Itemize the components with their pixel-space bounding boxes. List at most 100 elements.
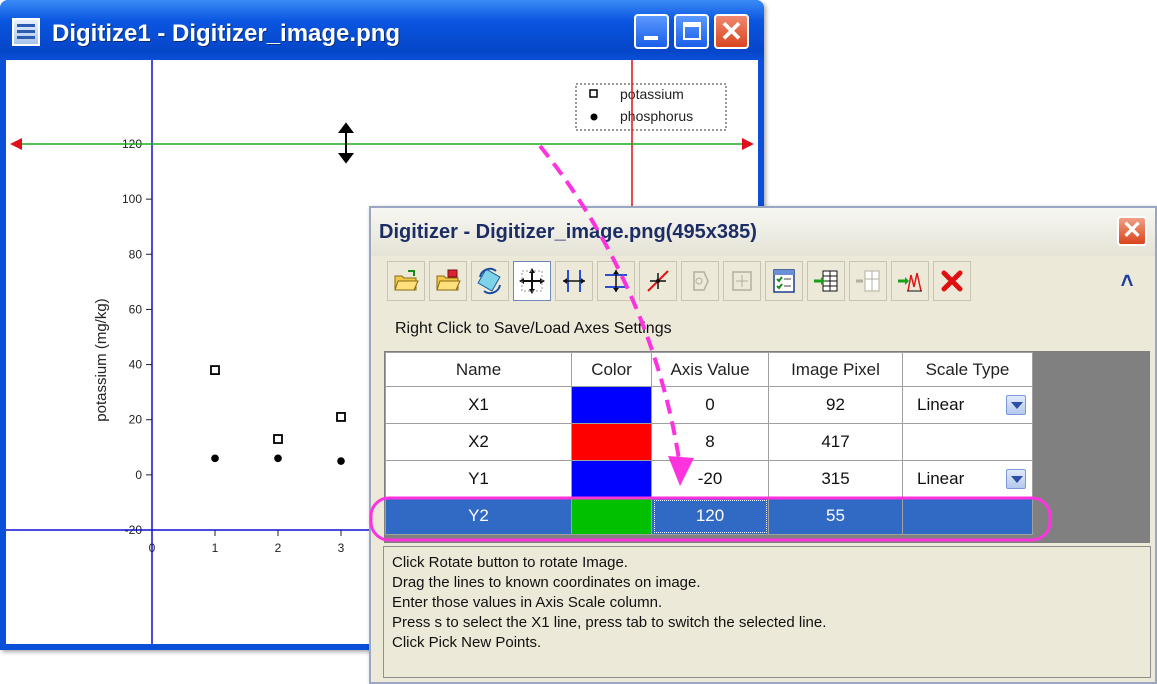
scale-type-cell[interactable]: Linear xyxy=(902,386,1033,424)
axis-color-cell[interactable] xyxy=(571,460,652,498)
axis-name-cell[interactable]: X1 xyxy=(385,386,572,424)
x-axis-lines-icon xyxy=(563,270,585,292)
import-folder-icon xyxy=(436,269,461,291)
disabled-worksheet-button xyxy=(849,261,887,301)
digitizer-titlebar[interactable]: Digitizer - Digitizer_image.png(495x385)… xyxy=(371,208,1155,256)
column-header-name[interactable]: Name xyxy=(385,352,572,387)
axis-name-cell[interactable]: Y1 xyxy=(385,460,572,498)
pick-points-button[interactable] xyxy=(639,261,677,301)
disabled-worksheet-icon xyxy=(856,270,880,292)
axis-row-y2[interactable]: Y2 120 55 xyxy=(385,497,1033,535)
close-icon: ✕ xyxy=(1121,217,1143,244)
maximize-icon xyxy=(683,22,701,40)
disabled-tool-button-1 xyxy=(681,261,719,301)
graph-window-title: Digitize1 - Digitizer_image.png xyxy=(52,20,401,47)
go-to-graph-icon xyxy=(898,272,922,292)
y-tick-label: 60 xyxy=(129,302,143,316)
go-to-worksheet-icon xyxy=(814,270,838,292)
axis-value-cell[interactable]: -20 xyxy=(651,460,769,498)
legend-label-phosphorus: phosphorus xyxy=(620,108,693,124)
x-axis-lines-button[interactable] xyxy=(555,261,593,301)
dropdown-arrow-icon[interactable] xyxy=(1006,395,1026,415)
rotate-image-icon xyxy=(477,267,501,295)
potassium-point xyxy=(336,412,346,422)
resize-cursor-icon xyxy=(338,122,354,164)
scale-type-cell[interactable] xyxy=(902,423,1033,461)
axes-table: Name Color Axis Value Image Pixel Scale … xyxy=(385,352,1033,535)
axis-row-y1[interactable]: Y1 -20 315 Linear xyxy=(385,460,1033,498)
line-handle-left-icon[interactable] xyxy=(10,138,22,150)
axis-row-x1[interactable]: X1 0 92 Linear xyxy=(385,386,1033,424)
rotate-image-button[interactable] xyxy=(471,261,509,301)
x-tick-label: 1 xyxy=(212,541,219,555)
digitizer-close-button[interactable]: ✕ xyxy=(1117,216,1147,246)
digitizer-panel: Digitizer - Digitizer_image.png(495x385)… xyxy=(369,206,1157,684)
digitizer-title: Digitizer - Digitizer_image.png(495x385) xyxy=(379,221,757,243)
disabled-tool-icon xyxy=(732,271,752,291)
close-button[interactable]: ✕ xyxy=(714,14,749,49)
instruction-line: Press s to select the X1 line, press tab… xyxy=(392,614,827,631)
column-header-color[interactable]: Color xyxy=(571,352,652,387)
import-image-button[interactable] xyxy=(429,261,467,301)
maximize-button[interactable] xyxy=(674,14,709,49)
axis-name-cell[interactable]: Y2 xyxy=(385,497,572,535)
axis-lines-button[interactable] xyxy=(513,261,551,301)
axis-lines-icon xyxy=(519,268,545,294)
dropdown-arrow-icon[interactable] xyxy=(1006,469,1026,489)
axis-row-x2[interactable]: X2 8 417 xyxy=(385,423,1033,461)
potassium-point xyxy=(210,365,220,375)
instruction-line: Click Rotate button to rotate Image. xyxy=(392,554,628,571)
axis-color-cell[interactable] xyxy=(571,386,652,424)
graph-window-titlebar[interactable]: Digitize1 - Digitizer_image.png ✕ xyxy=(0,0,764,60)
scale-type-dropdown[interactable]: Linear xyxy=(903,395,1032,415)
scale-type-cell[interactable] xyxy=(902,497,1033,535)
image-pixel-cell[interactable]: 315 xyxy=(768,460,903,498)
legend-label-potassium: potassium xyxy=(620,86,684,102)
y-tick-label: 100 xyxy=(122,192,142,206)
image-pixel-cell[interactable]: 92 xyxy=(768,386,903,424)
go-to-worksheet-button[interactable] xyxy=(807,261,845,301)
x-tick-label: 3 xyxy=(338,541,345,555)
minimize-icon xyxy=(644,36,658,40)
color-swatch xyxy=(572,387,651,423)
legend-square-icon xyxy=(589,89,598,98)
go-to-graph-button[interactable] xyxy=(891,261,929,301)
potassium-point xyxy=(273,434,283,444)
column-header-scale-type[interactable]: Scale Type xyxy=(902,352,1033,387)
data-table-icon xyxy=(773,269,795,293)
close-icon: ✕ xyxy=(719,16,744,47)
axis-name-cell[interactable]: X2 xyxy=(385,423,572,461)
image-pixel-cell[interactable]: 55 xyxy=(768,497,903,535)
data-table-button[interactable] xyxy=(765,261,803,301)
delete-button[interactable] xyxy=(933,261,971,301)
delete-icon xyxy=(941,270,963,292)
instruction-line: Drag the lines to known coordinates on i… xyxy=(392,574,701,591)
y-tick-label: 0 xyxy=(135,468,142,482)
scale-type-cell[interactable]: Linear xyxy=(902,460,1033,498)
scale-type-dropdown[interactable]: Linear xyxy=(903,469,1032,489)
axis-value-cell[interactable]: 8 xyxy=(651,423,769,461)
minimize-button[interactable] xyxy=(634,14,669,49)
y-tick-label: 40 xyxy=(129,358,143,372)
y-axis-title: potassium (mg/kg) xyxy=(93,298,110,421)
color-swatch xyxy=(572,461,651,497)
axis-color-cell[interactable] xyxy=(571,423,652,461)
axes-settings-hint: Right Click to Save/Load Axes Settings xyxy=(395,320,672,337)
phosphorus-point xyxy=(211,454,219,463)
open-folder-icon xyxy=(394,270,419,291)
column-header-axis-value[interactable]: Axis Value xyxy=(651,352,769,387)
axis-value-cell[interactable]: 120 xyxy=(651,497,769,535)
image-pixel-cell[interactable]: 417 xyxy=(768,423,903,461)
disabled-tool-icon xyxy=(693,271,709,291)
open-image-button[interactable] xyxy=(387,261,425,301)
y-tick-label: 80 xyxy=(129,247,143,261)
column-header-image-pixel[interactable]: Image Pixel xyxy=(768,352,903,387)
y-axis-lines-button[interactable] xyxy=(597,261,635,301)
color-swatch xyxy=(572,498,651,534)
x-tick-label: 2 xyxy=(275,541,282,555)
axis-value-cell[interactable]: 0 xyxy=(651,386,769,424)
collapse-chevron-icon[interactable]: ˄ xyxy=(1115,267,1139,295)
line-handle-right-icon[interactable] xyxy=(742,138,754,150)
instructions-box: Click Rotate button to rotate Image. Dra… xyxy=(383,546,1151,678)
axis-color-cell[interactable] xyxy=(571,497,652,535)
